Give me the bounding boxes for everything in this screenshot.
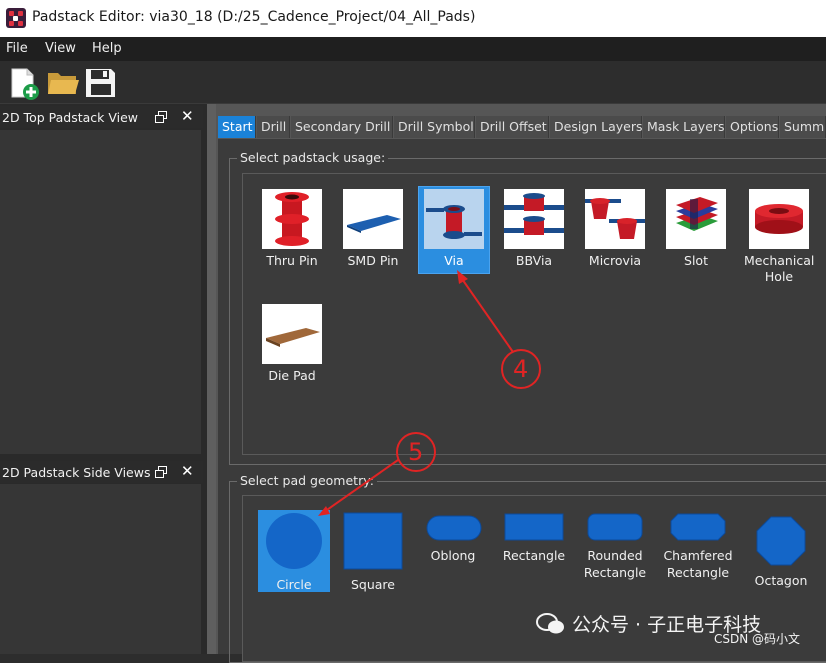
annotation-label-5: 5 [408, 438, 424, 466]
watermark-credit: CSDN @码小文 [714, 632, 801, 646]
annotation-overlay [318, 270, 541, 516]
wechat-icon [536, 613, 564, 634]
annotation-label-4: 4 [513, 355, 529, 383]
annotation-arrow-5 [318, 459, 399, 516]
annotation-arrow-4 [457, 270, 514, 353]
